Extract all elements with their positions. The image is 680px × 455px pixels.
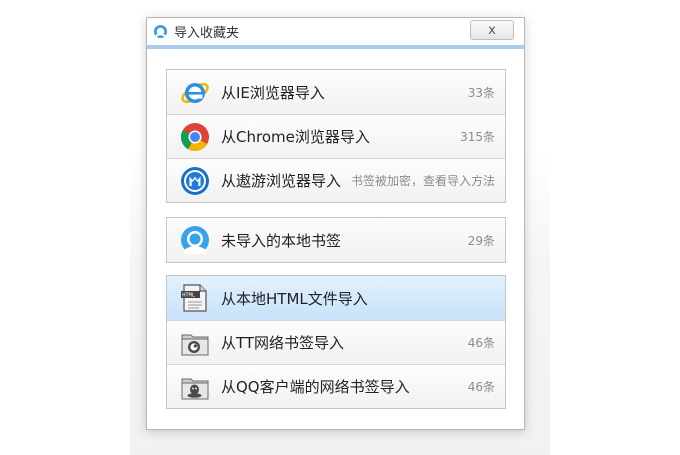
- app-logo-icon: [153, 24, 168, 39]
- local-bookmark-group: 未导入的本地书签 29条: [166, 217, 506, 263]
- row-label: 未导入的本地书签: [221, 231, 342, 250]
- close-button[interactable]: x: [470, 20, 514, 40]
- row-label: 从QQ客户端的网络书签导入: [221, 378, 410, 396]
- dialog-titlebar: 导入收藏夹 x: [147, 18, 524, 49]
- import-from-maxthon-row[interactable]: 从遨游浏览器导入 书签被加密，查看导入方法: [167, 158, 505, 202]
- row-label: 从TT网络书签导入: [221, 334, 345, 352]
- row-label: 从Chrome浏览器导入: [221, 128, 370, 146]
- import-from-html-file-row[interactable]: HTML 从本地HTML文件导入: [167, 276, 505, 320]
- row-label: 从IE浏览器导入: [221, 83, 325, 102]
- browser-import-group: 从IE浏览器导入 33条 从Chrome浏览器导入 315条 从遨游浏览器导入 …: [166, 69, 506, 203]
- unimported-local-bookmarks-row[interactable]: 未导入的本地书签 29条: [167, 218, 505, 262]
- ie-icon: [181, 83, 209, 103]
- import-from-chrome-row[interactable]: 从Chrome浏览器导入 315条: [167, 114, 505, 158]
- import-hint[interactable]: 书签被加密，查看导入方法: [351, 172, 495, 189]
- bookmark-count: 46条: [467, 380, 495, 394]
- row-label: 从遨游浏览器导入: [221, 172, 342, 190]
- import-from-tt-row[interactable]: 从TT网络书签导入 46条: [167, 320, 505, 364]
- local-bookmark-icon: [181, 226, 209, 254]
- import-from-qq-row[interactable]: 从QQ客户端的网络书签导入 46条: [167, 364, 505, 408]
- svg-text:HTML: HTML: [182, 293, 195, 299]
- qq-folder-icon: [181, 378, 209, 399]
- row-label: 从本地HTML文件导入: [221, 289, 368, 308]
- import-from-ie-row[interactable]: 从IE浏览器导入 33条: [167, 70, 505, 114]
- file-network-import-group: HTML 从本地HTML文件导入 从TT网络书签导入 46条 从QQ客户端的网络…: [166, 275, 506, 409]
- bookmark-count: 33条: [467, 85, 495, 100]
- tt-folder-icon: [181, 334, 209, 355]
- bookmark-count: 315条: [460, 130, 495, 144]
- maxthon-icon: [181, 166, 209, 195]
- chrome-icon: [181, 122, 209, 151]
- dialog-title: 导入收藏夹: [174, 26, 240, 41]
- html-file-icon: HTML: [181, 284, 207, 312]
- import-favorites-dialog: 导入收藏夹 x 从IE浏览器导入 33条 从Chrome浏览器导入 315条 从…: [146, 17, 525, 430]
- bookmark-count: 46条: [467, 336, 495, 350]
- bookmark-count: 29条: [467, 233, 495, 248]
